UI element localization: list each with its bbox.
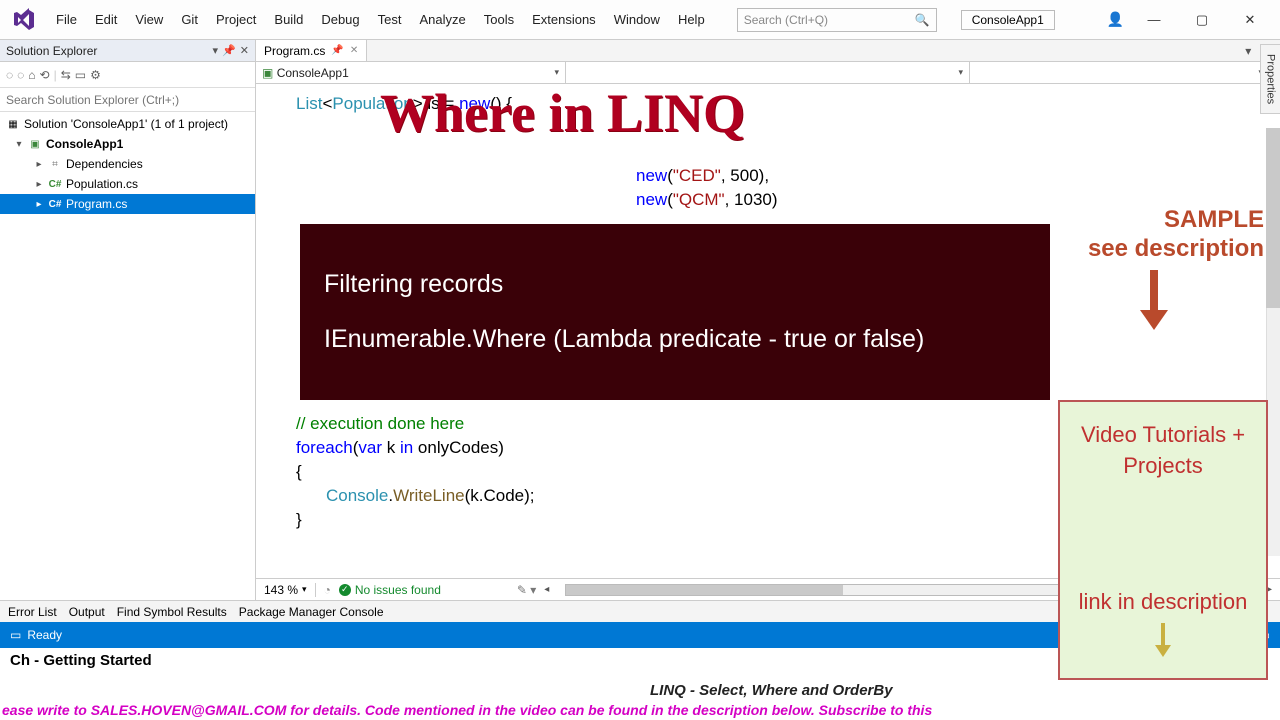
properties-panel-tab[interactable]: Properties <box>1260 44 1280 114</box>
properties-icon[interactable]: ⚙ <box>90 68 101 82</box>
tab-package-manager[interactable]: Package Manager Console <box>239 605 384 619</box>
expand-icon[interactable]: ▸ <box>34 179 44 190</box>
menu-file[interactable]: File <box>48 8 85 31</box>
csharp-project-icon: ▣ <box>28 137 42 151</box>
nav-class-combo[interactable]: ▾ <box>566 62 970 83</box>
tree-file-program[interactable]: ▸ C# Program.cs <box>0 194 255 214</box>
menu-help[interactable]: Help <box>670 8 713 31</box>
tool-window-tabs: Error List Output Find Symbol Results Pa… <box>0 600 1280 622</box>
search-placeholder-text: Search (Ctrl+Q) <box>744 13 828 27</box>
expand-icon[interactable]: ▾ <box>14 139 24 150</box>
search-icon: 🔍 <box>915 13 930 27</box>
tree-file-population[interactable]: ▸ C# Population.cs <box>0 174 255 194</box>
status-bar: ▭ Ready ↑ Add to Source Control ▴ ▭ <box>0 622 1280 648</box>
nav-member-combo[interactable]: ▾ ⊕ <box>970 62 1280 83</box>
pin-icon[interactable]: 📌 <box>331 45 343 56</box>
solution-explorer-search[interactable] <box>0 88 255 112</box>
maximize-button[interactable]: ▢ <box>1184 6 1220 34</box>
editor-area: Program.cs 📌 ✕ ▾ ⚙ ▣ ConsoleApp1▾ ▾ ▾ ⊕ … <box>256 40 1280 600</box>
back-icon[interactable]: ◌ <box>6 68 13 82</box>
titlebar-right: 👤 — ▢ ✕ <box>1107 6 1276 34</box>
status-icon: ▭ <box>10 628 21 642</box>
scrolling-banner: ease write to SALES.HOVEN@GMAIL.COM for … <box>0 700 1280 720</box>
csharp-file-icon: C# <box>48 177 62 191</box>
menu-analyze[interactable]: Analyze <box>411 8 473 31</box>
scrollbar-thumb[interactable] <box>566 585 843 595</box>
tree-solution-node[interactable]: ▦ Solution 'ConsoleApp1' (1 of 1 project… <box>0 114 255 134</box>
show-all-icon[interactable]: ▭ <box>75 68 86 82</box>
close-icon[interactable]: ✕ <box>240 44 249 57</box>
issues-status[interactable]: ✓No issues found <box>339 583 441 597</box>
solution-explorer-header: Solution Explorer ▾ 📌 ✕ <box>0 40 255 62</box>
nav-bar: ▣ ConsoleApp1▾ ▾ ▾ ⊕ <box>256 62 1280 84</box>
horizontal-scrollbar[interactable] <box>565 584 1259 596</box>
csharp-file-icon: C# <box>48 197 62 211</box>
solution-explorer-title: Solution Explorer <box>6 44 97 58</box>
solution-explorer-panel: Solution Explorer ▾ 📌 ✕ ◌ ◌ ⌂ ⟲ | ⇆ ▭ ⚙ … <box>0 40 256 600</box>
tab-output[interactable]: Output <box>69 605 105 619</box>
window-options-icon[interactable]: ▾ <box>1239 40 1257 61</box>
window-title: ConsoleApp1 <box>961 10 1055 30</box>
menu-debug[interactable]: Debug <box>313 8 367 31</box>
menu-extensions[interactable]: Extensions <box>524 8 604 31</box>
forward-icon[interactable]: ◌ <box>17 68 24 82</box>
zoom-combo[interactable]: 143 % ▾ <box>264 583 307 597</box>
tab-error-list[interactable]: Error List <box>8 605 57 619</box>
code-editor[interactable]: List<Population> ls = new() { new("CED",… <box>256 84 1280 578</box>
home-icon[interactable]: ⌂ <box>28 68 35 82</box>
tab-find-symbol[interactable]: Find Symbol Results <box>117 605 227 619</box>
expand-icon[interactable]: ▸ <box>34 199 44 210</box>
editor-tab-program[interactable]: Program.cs 📌 ✕ <box>256 40 367 61</box>
menu-build[interactable]: Build <box>266 8 311 31</box>
pin-icon[interactable]: 📌 <box>222 44 236 57</box>
close-button[interactable]: ✕ <box>1232 6 1268 34</box>
dependencies-icon: ⌗ <box>48 157 62 171</box>
menu-project[interactable]: Project <box>208 8 264 31</box>
solution-explorer-toolbar: ◌ ◌ ⌂ ⟲ | ⇆ ▭ ⚙ <box>0 62 255 88</box>
tree-dependencies-node[interactable]: ▸ ⌗ Dependencies <box>0 154 255 174</box>
menu-edit[interactable]: Edit <box>87 8 125 31</box>
main-menu: File Edit View Git Project Build Debug T… <box>48 8 713 31</box>
solution-tree: ▦ Solution 'ConsoleApp1' (1 of 1 project… <box>0 112 255 600</box>
tree-project-node[interactable]: ▾ ▣ ConsoleApp1 <box>0 134 255 154</box>
source-control-button[interactable]: ↑ Add to Source Control ▴ <box>1115 628 1251 642</box>
chevron-down-icon[interactable]: ▾ <box>213 44 219 57</box>
title-bar: File Edit View Git Project Build Debug T… <box>0 0 1280 40</box>
account-icon[interactable]: 👤 <box>1107 11 1124 28</box>
collapse-icon[interactable]: ⇆ <box>61 68 71 82</box>
chapter-title: Ch - Getting Started <box>0 648 1280 669</box>
main-area: Solution Explorer ▾ 📌 ✕ ◌ ◌ ⌂ ⟲ | ⇆ ▭ ⚙ … <box>0 40 1280 600</box>
menu-git[interactable]: Git <box>173 8 206 31</box>
menu-window[interactable]: Window <box>606 8 668 31</box>
scrollbar-thumb[interactable] <box>1266 128 1280 308</box>
sync-icon[interactable]: ⟲ <box>40 68 50 82</box>
se-search-input[interactable] <box>6 93 249 107</box>
editor-status-strip: 143 % ▾ ◔ ✓No issues found ✎ ▾ ◂ ▸ <box>256 578 1280 600</box>
topic-title: LINQ - Select, Where and OrderBy <box>650 682 893 699</box>
tab-label: Program.cs <box>264 44 325 58</box>
cleanup-icon[interactable]: ✎ ▾ <box>517 583 536 597</box>
notifications-icon[interactable]: ▭ <box>1259 628 1270 642</box>
vs-logo-icon <box>12 8 36 32</box>
editor-tab-strip: Program.cs 📌 ✕ ▾ ⚙ <box>256 40 1280 62</box>
expand-icon[interactable]: ▸ <box>34 159 44 170</box>
minimize-button[interactable]: — <box>1136 6 1172 34</box>
diagnostics-icon[interactable]: ◔ <box>324 583 331 597</box>
menu-test[interactable]: Test <box>370 8 410 31</box>
menu-tools[interactable]: Tools <box>476 8 522 31</box>
solution-icon: ▦ <box>6 117 20 131</box>
nav-project-combo[interactable]: ▣ ConsoleApp1▾ <box>256 62 566 83</box>
quick-search-input[interactable]: Search (Ctrl+Q) 🔍 <box>737 8 937 32</box>
menu-view[interactable]: View <box>127 8 171 31</box>
close-icon[interactable]: ✕ <box>350 45 358 56</box>
status-ready: Ready <box>27 628 62 642</box>
